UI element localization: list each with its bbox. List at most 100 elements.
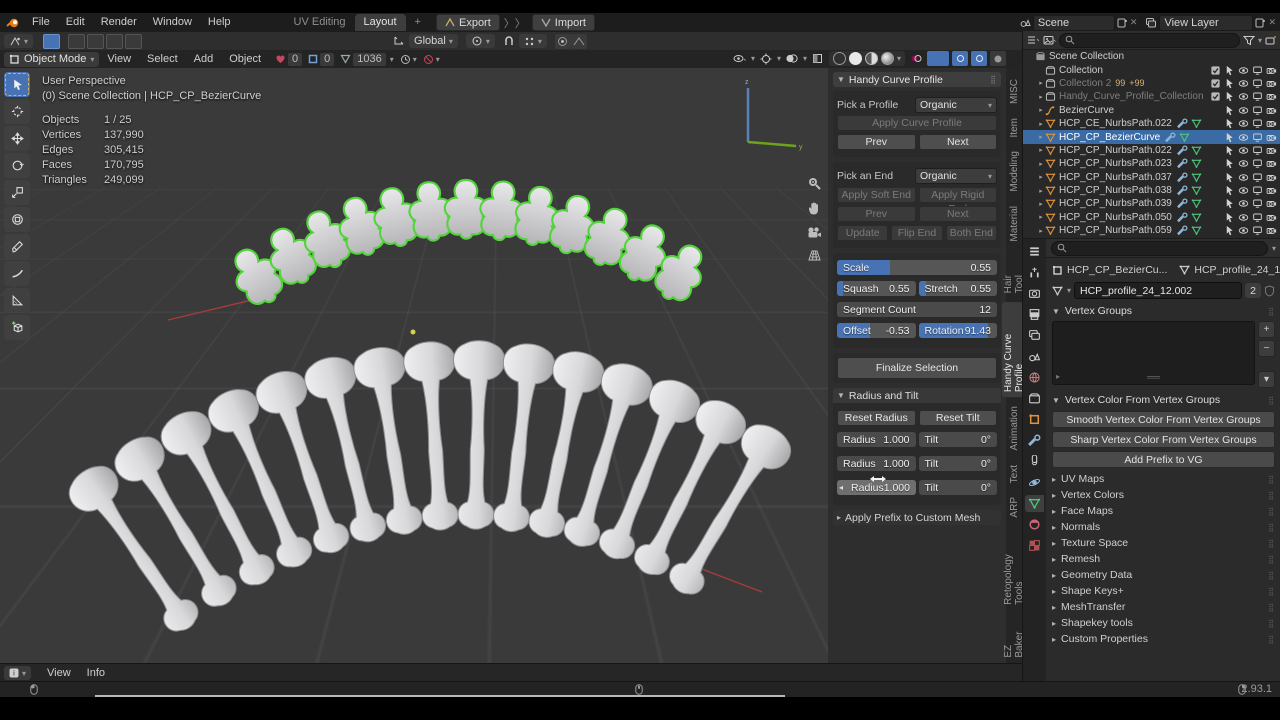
reset-tilt-button[interactable]: Reset Tilt [919,410,998,426]
eye-icon[interactable] [1238,172,1249,183]
offset-slider[interactable]: Offset-0.53 [837,323,916,338]
remove-vertex-group-button[interactable]: − [1258,340,1275,357]
add-cube-tool-button[interactable] [4,315,30,340]
tilt-field-1[interactable]: Tilt0° [919,432,998,447]
select-mode-invert[interactable] [106,34,123,49]
camera-icon[interactable] [1266,105,1277,116]
info-menu-info[interactable]: Info [79,664,113,683]
viewport-menu-object[interactable]: Object [221,50,269,69]
gizmos-dropdown[interactable] [758,51,774,66]
snap-settings-dropdown[interactable]: ▾ [519,34,547,48]
eye-icon[interactable] [1238,105,1249,116]
properties-tab-object[interactable] [1025,411,1044,428]
modifier-wrench-icon[interactable] [1165,132,1176,143]
sidebar-tab-animation[interactable]: Animation [1008,401,1021,455]
shading-solid[interactable] [849,52,862,65]
new-view-layer-icon[interactable] [1255,17,1266,28]
remove-view-layer-icon[interactable]: ✕ [1268,17,1276,28]
render-preview-icon[interactable] [908,51,924,66]
spine-model-bottom[interactable] [61,340,798,642]
viewport-menu-select[interactable]: Select [139,50,186,69]
segment-count-field[interactable]: Segment Count12 [837,302,997,317]
outliner-row-hcp-cp-nurbspath-059[interactable]: ▸HCP_CP_NurbsPath.059 [1023,224,1280,237]
sidebar-tab-arp[interactable]: ARP [1008,492,1021,523]
proportional-editing-icon[interactable] [555,34,571,49]
modifier-wrench-icon[interactable] [1177,185,1188,196]
spine-model-top-selected[interactable] [223,180,714,313]
properties-tab-world[interactable] [1025,369,1044,386]
annotate-tool-button[interactable] [4,234,30,259]
eye-icon[interactable] [1238,91,1249,102]
cursor-icon[interactable] [1224,145,1235,156]
screen-icon[interactable] [1252,185,1263,196]
move-tool-button[interactable] [4,126,30,151]
camera-view-icon[interactable] [806,226,822,239]
properties-tab-scene[interactable] [1025,348,1044,365]
screen-icon[interactable] [1252,91,1263,102]
expand-arrow-icon[interactable]: ▸ [1037,120,1045,128]
expand-arrow-icon[interactable]: ▸ [1037,133,1045,141]
screen-icon[interactable] [1252,172,1263,183]
next-profile-button[interactable]: Next [919,134,998,150]
radius-tilt-subpanel-header[interactable]: ▼Radius and Tilt [833,388,1001,403]
workspace-tab-uv-editing[interactable]: UV Editing [285,14,355,31]
blender-logo-icon[interactable] [6,17,20,29]
screen-icon[interactable] [1252,78,1263,89]
outliner-row-hcp-cp-nurbspath-039[interactable]: ▸HCP_CP_NurbsPath.039 [1023,197,1280,210]
breadcrumb-object[interactable]: HCP_CP_BezierCu... [1067,264,1167,276]
section-vertex-colors[interactable]: ▸Vertex Colors⣿ [1052,487,1275,503]
properties-tab-render[interactable] [1025,285,1044,302]
ortho-grid-icon[interactable] [807,249,822,262]
section-remesh[interactable]: ▸Remesh⣿ [1052,551,1275,567]
radius-field-1[interactable]: Radius1.000 [837,432,916,447]
screen-icon[interactable] [1252,132,1263,143]
new-scene-icon[interactable] [1117,17,1128,28]
shading-dropdown[interactable]: ▾ [897,54,901,63]
view-layer-selector[interactable]: View Layer [1159,15,1253,31]
properties-tab-material[interactable] [1025,516,1044,533]
properties-tab-modifiers[interactable] [1025,432,1044,449]
camera-icon[interactable] [1266,172,1277,183]
screen-icon[interactable] [1252,105,1263,116]
screen-icon[interactable] [1252,225,1263,236]
rotate-tool-button[interactable] [4,153,30,178]
overlay-toggle-4[interactable] [990,51,1006,66]
camera-icon[interactable] [1266,225,1277,236]
mode-dropdown[interactable]: Object Mode▾ [4,52,99,67]
eye-icon[interactable] [1238,185,1249,196]
modifier-wrench-icon[interactable] [1177,145,1188,156]
expand-arrow-icon[interactable]: ▸ [1037,106,1045,114]
sidebar-tab-hair-tool[interactable]: Hair Tool [1002,251,1022,298]
add-prefix-to-vg-button[interactable]: Add Prefix to VG [1052,451,1275,468]
xray-toggle[interactable] [810,51,826,66]
outliner-row-handy-curve-profile-collection[interactable]: ▸Handy_Curve_Profile_Collection [1023,90,1280,103]
add-vertex-group-button[interactable]: + [1258,321,1275,338]
camera-icon[interactable] [1266,198,1277,209]
outliner-filter-image-dropdown[interactable] [1043,35,1056,46]
pick-end-dropdown[interactable]: Organic▾ [915,168,997,184]
flip-end-button[interactable]: Flip End [891,225,942,241]
cursor-icon[interactable] [1224,78,1235,89]
outliner-row-hcp-cp-beziercurve[interactable]: ▸HCP_CP_BezierCurve [1023,130,1280,143]
modifier-wrench-icon[interactable] [1177,118,1188,129]
properties-tab-view-layer[interactable] [1025,327,1044,344]
modifier-wrench-icon[interactable] [1177,225,1188,236]
cursor-icon[interactable] [1224,225,1235,236]
tilt-field-2[interactable]: Tilt0° [919,456,998,471]
cursor-icon[interactable] [1224,105,1235,116]
viewport-menu-add[interactable]: Add [186,50,222,69]
transform-tool-button[interactable] [4,207,30,232]
modifier-wrench-icon[interactable] [1177,158,1188,169]
cursor-icon[interactable] [1224,65,1235,76]
pivot-point-dropdown[interactable]: ▾ [466,34,495,48]
viewport-menu-view[interactable]: View [99,50,139,69]
menu-help[interactable]: Help [200,13,239,32]
properties-tab-output[interactable] [1025,306,1044,323]
snap-magnet-icon[interactable] [503,35,515,47]
vertex-groups-section-header[interactable]: ▼Vertex Groups⣿ [1052,303,1275,319]
eye-icon[interactable] [1238,158,1249,169]
expand-arrow-icon[interactable]: ▸ [1037,187,1045,195]
eye-icon[interactable] [1238,145,1249,156]
properties-tab-constraints[interactable] [1025,453,1044,470]
vertex-group-specials-dropdown[interactable]: ▾ [1258,371,1275,388]
